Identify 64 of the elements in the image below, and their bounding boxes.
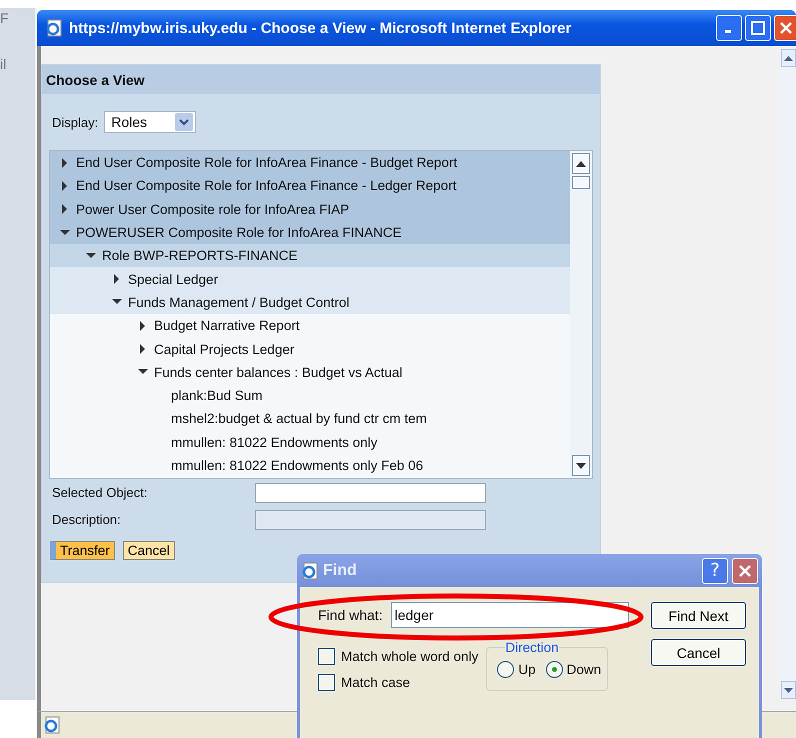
radio-button[interactable] <box>497 661 514 678</box>
collapsed-triangle-icon[interactable] <box>60 180 70 191</box>
window-text-fragment: il <box>0 56 6 72</box>
selected-object-field[interactable] <box>255 482 486 502</box>
description-label: Description: <box>52 512 122 527</box>
page-icon <box>45 19 63 37</box>
close-icon <box>739 564 751 576</box>
maximize-icon <box>751 21 765 35</box>
minimize-button[interactable] <box>716 15 742 41</box>
collapsed-triangle-icon[interactable] <box>138 344 148 354</box>
expanded-triangle-icon[interactable] <box>86 250 96 261</box>
scroll-thumb[interactable] <box>572 176 590 189</box>
dropdown-caret-icon <box>175 113 194 131</box>
panel-title: Choose a View <box>46 72 145 88</box>
window-text-fragment: F <box>0 10 9 26</box>
maximize-button[interactable] <box>745 15 771 41</box>
collapsed-triangle-icon[interactable] <box>60 158 70 168</box>
up-arrow-icon <box>784 56 793 60</box>
cancel-button[interactable]: Cancel <box>122 541 175 560</box>
find-what-field[interactable]: ledger <box>390 602 629 628</box>
selected-object-label: Selected Object: <box>52 485 148 500</box>
dialog-title: Find <box>323 562 358 580</box>
display-dropdown[interactable]: Roles <box>104 111 196 133</box>
checkbox[interactable] <box>318 674 335 691</box>
scrollbar[interactable] <box>570 151 592 478</box>
page-icon <box>43 716 61 734</box>
tree-item[interactable]: Role BWP-REPORTS-FINANCE <box>50 244 570 268</box>
collapsed-triangle-icon[interactable] <box>60 204 70 214</box>
tree-item[interactable]: POWERUSER Composite Role for InfoArea FINANCE <box>50 220 570 244</box>
checkbox[interactable] <box>318 648 335 665</box>
tree-item[interactable]: End User Composite Role for InfoArea Finance - Budget Report <box>50 151 570 174</box>
direction-label: Direction <box>505 640 559 655</box>
transfer-button[interactable]: Transfer <box>50 541 115 560</box>
radio-option[interactable]: Up <box>497 657 536 682</box>
expanded-triangle-icon[interactable] <box>60 228 70 238</box>
up-arrow-icon <box>576 160 586 166</box>
checkbox-option[interactable]: Match whole word only <box>318 648 478 665</box>
tree-item[interactable]: Power User Composite role for InfoArea FIAP <box>50 198 570 221</box>
checkbox-option[interactable]: Match case <box>318 674 478 691</box>
minimize-icon <box>725 30 731 33</box>
collapsed-triangle-icon[interactable] <box>112 274 122 284</box>
close-button[interactable] <box>732 558 758 584</box>
window-title: https://mybw.iris.uky.edu - Choose a View - Microsoft Internet Explorer <box>69 20 572 36</box>
close-icon <box>780 22 792 34</box>
tree-item[interactable]: End User Composite Role for InfoArea Finance - Ledger Report <box>50 174 570 198</box>
close-button[interactable] <box>774 15 796 41</box>
page-icon <box>301 562 319 580</box>
cancel-button[interactable]: Cancel <box>651 639 746 666</box>
page-scrollbar[interactable] <box>781 49 796 699</box>
down-arrow-icon <box>784 688 793 692</box>
scroll-up-button[interactable] <box>781 49 796 67</box>
scroll-up-button[interactable] <box>572 153 590 174</box>
find-next-button[interactable]: Find Next <box>651 602 746 629</box>
scroll-down-button[interactable] <box>781 681 796 699</box>
radio-option[interactable]: Down <box>546 657 602 682</box>
collapsed-triangle-icon[interactable] <box>138 320 148 331</box>
radio-button[interactable] <box>546 661 563 678</box>
down-arrow-icon <box>576 462 586 468</box>
scroll-down-button[interactable] <box>572 455 590 476</box>
find-what-label: Find what: <box>318 607 383 623</box>
tree-item[interactable]: Funds Management / Budget Control <box>50 290 570 314</box>
tree-item[interactable]: Special Ledger <box>50 267 570 291</box>
display-label: Display: <box>52 114 98 130</box>
help-button[interactable]: ? <box>702 558 728 584</box>
